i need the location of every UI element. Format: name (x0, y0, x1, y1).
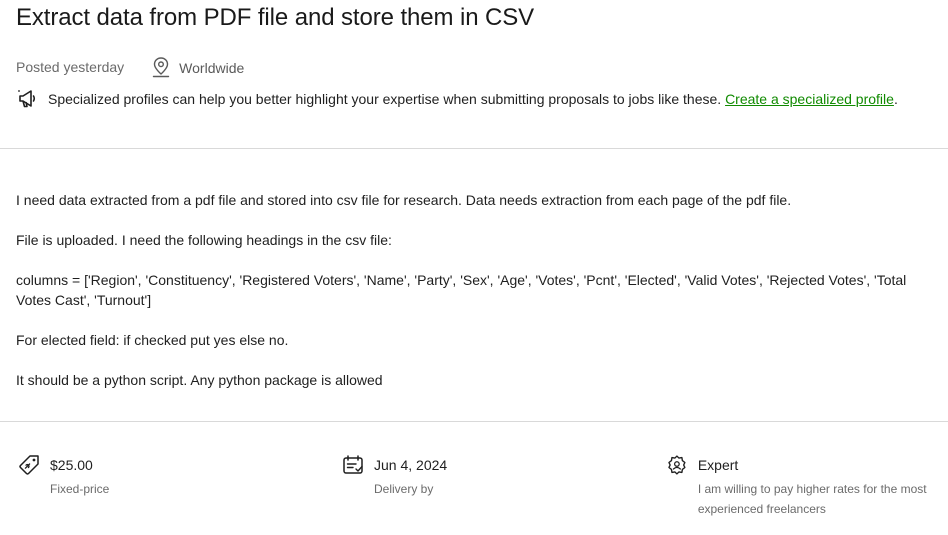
location-pin-icon (152, 57, 170, 78)
posted-date: Posted yesterday (16, 59, 125, 75)
job-description: I need data extracted from a pdf file an… (16, 190, 931, 410)
job-title: Extract data from PDF file and store the… (16, 4, 535, 31)
promo-trailing: . (893, 91, 898, 107)
job-meta: Posted yesterday Worldwide (16, 56, 244, 78)
budget-amount: $25.00 (50, 457, 93, 473)
specialized-profile-banner: Specialized profiles can help you better… (16, 88, 898, 110)
description-paragraph: It should be a python script. Any python… (16, 372, 383, 388)
section-divider (0, 421, 948, 422)
description-paragraph: File is uploaded. I need the following h… (16, 232, 392, 248)
price-tag-icon (19, 455, 39, 475)
section-divider (0, 148, 948, 149)
job-location: Worldwide (151, 56, 244, 78)
description-paragraph: For elected field: if checked put yes el… (16, 332, 289, 348)
experience-level-description: I am willing to pay higher rates for the… (697, 482, 927, 516)
promo-text: Specialized profiles can help you better… (48, 91, 722, 107)
description-paragraph: I need data extracted from a pdf file an… (16, 192, 792, 208)
expertise-icon (668, 455, 686, 475)
delivery-stat: Jun 4, 2024 Delivery by (342, 453, 447, 499)
experience-level-stat: Expert I am willing to pay higher rates … (666, 453, 941, 519)
description-paragraph: columns = ['Region', 'Constituency', 'Re… (16, 272, 907, 308)
create-specialized-profile-link[interactable]: Create a specialized profile (725, 91, 894, 107)
experience-level: Expert (697, 457, 739, 473)
megaphone-icon (18, 90, 36, 108)
location-label: Worldwide (179, 60, 245, 76)
delivery-label: Delivery by (374, 482, 434, 496)
budget-stat: $25.00 Fixed-price (18, 453, 109, 499)
calendar-icon (343, 455, 363, 474)
delivery-date: Jun 4, 2024 (374, 457, 448, 473)
budget-type: Fixed-price (50, 482, 110, 496)
